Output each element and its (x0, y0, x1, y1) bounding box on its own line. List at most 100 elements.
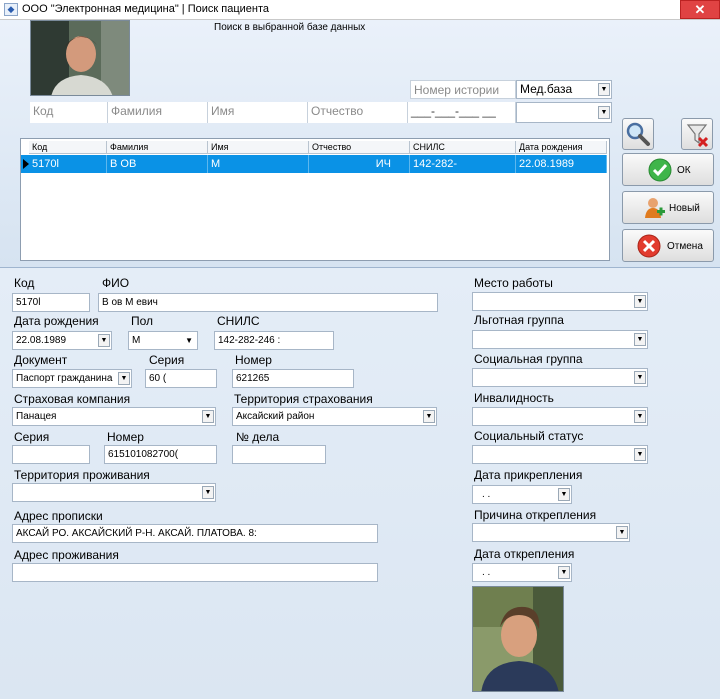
search-lastname-input[interactable]: Фамилия (108, 102, 208, 123)
chevron-down-icon[interactable]: ▼ (634, 371, 646, 384)
row-birthdate[interactable]: 22.08.1989 (516, 155, 607, 173)
chevron-down-icon[interactable]: ▼ (558, 566, 570, 579)
row-snils[interactable]: 142-282- (410, 155, 516, 173)
chevron-down-icon[interactable]: ▼ (202, 410, 214, 423)
snils-field[interactable]: 142-282-246 : (214, 331, 334, 350)
clear-filter-button[interactable] (681, 118, 713, 150)
new-button[interactable]: Новый (622, 191, 714, 224)
detach-date-value: . . (482, 567, 491, 578)
search-caption: Поиск в выбранной базе данных (214, 22, 366, 33)
document-select[interactable]: Паспорт гражданина ▼ (12, 369, 132, 388)
code-field[interactable]: 5170l (12, 293, 90, 312)
workplace-select[interactable]: ▼ (472, 292, 648, 311)
close-button[interactable]: ✕ (680, 0, 720, 19)
chevron-down-icon[interactable]: ▼ (616, 526, 628, 539)
doc-number-field[interactable]: 621265 (232, 369, 354, 388)
sex-label: Пол (131, 314, 154, 328)
check-icon (648, 158, 672, 182)
chevron-down-icon[interactable]: ▼ (202, 486, 214, 499)
search-code-input[interactable]: Код (30, 102, 108, 123)
search-button[interactable] (622, 118, 654, 150)
cancel-button[interactable]: Отмена (622, 229, 714, 262)
person-photo-icon (31, 21, 129, 95)
detach-date-label: Дата открепления (474, 547, 575, 561)
search-photo (30, 20, 130, 96)
grid-header-birthdate[interactable]: Дата рождения (516, 141, 607, 154)
social-status-select[interactable]: ▼ (472, 445, 648, 464)
grid-header-code[interactable]: Код (29, 141, 107, 154)
doc-series-field[interactable]: 60 ( (145, 369, 217, 388)
snils-label: СНИЛС (217, 314, 260, 328)
attach-date-value: . . (482, 489, 491, 500)
birthdate-field[interactable]: 22.08.1989 ▼ (12, 331, 112, 350)
attach-date-field[interactable]: . . ▼ (472, 485, 572, 504)
title-bar: ◆ ООО "Электронная медицина" | Поиск пац… (0, 0, 720, 20)
chevron-down-icon[interactable]: ▼ (634, 295, 646, 308)
reg-address-field[interactable]: АКСАЙ РО. АКСАЙСКИЙ Р-Н. АКСАЙ. ПЛАТОВА.… (12, 524, 378, 543)
ok-button[interactable]: ОК (622, 153, 714, 186)
search-patronymic-input[interactable]: Отчество (308, 102, 408, 123)
sex-select[interactable]: М ▼ (128, 331, 198, 350)
row-lastname[interactable]: В ОВ (107, 155, 208, 173)
clear-filter-icon (686, 124, 709, 148)
chevron-down-icon[interactable]: ▼ (634, 410, 646, 423)
detach-date-field[interactable]: . . ▼ (472, 563, 572, 582)
window-title: ООО "Электронная медицина" | Поиск пацие… (22, 3, 269, 15)
policy-number-field[interactable]: 615101082700( (104, 445, 217, 464)
disability-select[interactable]: ▼ (472, 407, 648, 426)
search-snils-input[interactable]: ___-___-___ __ (408, 102, 516, 123)
database-select-value: Мед.база (520, 82, 573, 96)
chevron-down-icon[interactable]: ▼ (118, 372, 130, 385)
policy-series-field[interactable] (12, 445, 90, 464)
grid-header-patronymic[interactable]: Отчество (309, 141, 410, 154)
benefit-group-label: Льготная группа (474, 313, 564, 327)
benefit-group-select[interactable]: ▼ (472, 330, 648, 349)
attach-date-label: Дата прикрепления (474, 468, 583, 482)
chevron-down-icon[interactable]: ▼ (558, 488, 570, 501)
birthdate-label: Дата рождения (14, 314, 99, 328)
policy-series-label: Серия (14, 430, 50, 444)
chevron-down-icon[interactable]: ▼ (598, 83, 610, 96)
live-address-label: Адрес проживания (14, 548, 119, 562)
grid-header-lastname[interactable]: Фамилия (107, 141, 208, 154)
case-number-label: № дела (236, 430, 280, 444)
reg-address-label: Адрес прописки (14, 509, 103, 523)
row-patronymic[interactable]: ИЧ (309, 155, 410, 173)
ins-territory-select[interactable]: Аксайский район ▼ (232, 407, 437, 426)
history-number-input[interactable]: Номер истории (410, 80, 516, 99)
chevron-down-icon[interactable]: ▼ (634, 448, 646, 461)
ins-territory-value: Аксайский район (236, 411, 315, 422)
chevron-down-icon[interactable]: ▼ (423, 410, 435, 423)
chevron-down-icon[interactable]: ▼ (98, 334, 110, 347)
grid-header-snils[interactable]: СНИЛС (410, 141, 516, 154)
caret-down-icon[interactable]: ▼ (185, 332, 193, 349)
social-group-select[interactable]: ▼ (472, 368, 648, 387)
fio-label: ФИО (102, 276, 130, 290)
code-label: Код (14, 276, 35, 290)
res-territory-label: Территория проживания (14, 468, 150, 482)
doc-number-label: Номер (235, 353, 272, 367)
detach-reason-label: Причина открепления (474, 508, 597, 522)
case-number-field[interactable] (232, 445, 326, 464)
results-grid: Код Фамилия Имя Отчество СНИЛС Дата рожд… (20, 138, 610, 261)
res-territory-select[interactable]: ▼ (12, 483, 216, 502)
grid-header-firstname[interactable]: Имя (208, 141, 309, 154)
workplace-label: Место работы (474, 276, 553, 290)
live-address-field[interactable] (12, 563, 378, 582)
ins-territory-label: Территория страхования (234, 392, 373, 406)
chevron-down-icon[interactable]: ▼ (634, 333, 646, 346)
search-extra-select[interactable]: ▼ (516, 102, 612, 123)
insurer-label: Страховая компания (14, 392, 131, 406)
row-code[interactable]: 5170l (29, 155, 107, 173)
row-firstname[interactable]: М (208, 155, 309, 173)
search-firstname-input[interactable]: Имя (208, 102, 308, 123)
social-group-label: Социальная группа (474, 352, 583, 366)
document-label: Документ (14, 353, 68, 367)
detach-reason-select[interactable]: ▼ (472, 523, 630, 542)
database-select[interactable]: Мед.база ▼ (516, 80, 612, 99)
chevron-down-icon[interactable]: ▼ (598, 106, 610, 119)
fio-field[interactable]: В ов М евич (98, 293, 438, 312)
insurer-select[interactable]: Панацея ▼ (12, 407, 216, 426)
insurer-value: Панацея (16, 411, 57, 422)
document-value: Паспорт гражданина (16, 373, 113, 384)
